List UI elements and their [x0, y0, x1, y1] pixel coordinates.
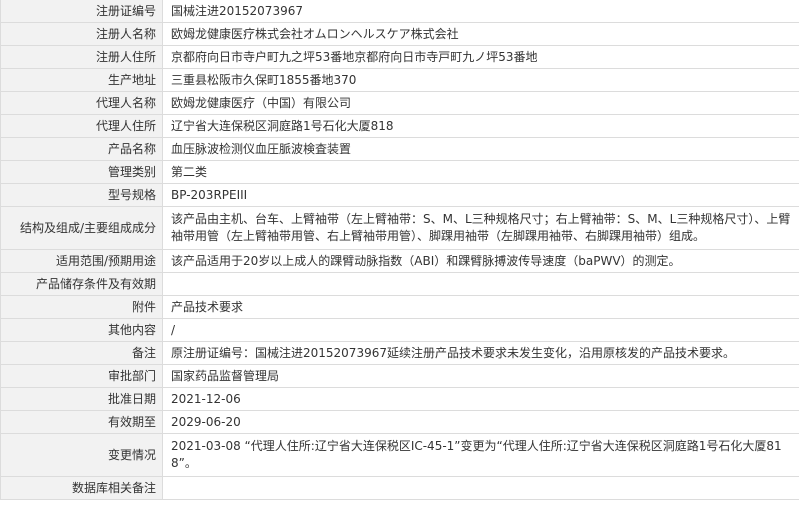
row-approval-date: 批准日期 2021-12-06 — [0, 387, 799, 411]
row-intended-use: 适用范围/预期用途 该产品适用于20岁以上成人的踝臂动脉指数（ABI）和踝臂脉搏… — [0, 249, 799, 273]
field-label: 其他内容 — [0, 318, 163, 342]
row-approval-department: 审批部门 国家药品监督管理局 — [0, 364, 799, 388]
row-production-address: 生产地址 三重县松阪市久保町1855番地370 — [0, 68, 799, 92]
field-value: 三重县松阪市久保町1855番地370 — [162, 68, 799, 92]
row-agent-name: 代理人名称 欧姆龙健康医疗（中国）有限公司 — [0, 91, 799, 115]
field-label: 批准日期 — [0, 387, 163, 411]
row-attachment: 附件 产品技术要求 — [0, 295, 799, 319]
field-label: 结构及组成/主要组成成分 — [0, 206, 163, 250]
field-value — [162, 476, 799, 500]
field-label: 备注 — [0, 341, 163, 365]
field-value: 该产品由主机、台车、上臂袖带（左上臂袖带：S、M、L三种规格尺寸；右上臂袖带：S… — [162, 206, 799, 250]
row-structure-composition: 结构及组成/主要组成成分 该产品由主机、台车、上臂袖带（左上臂袖带：S、M、L三… — [0, 206, 799, 250]
field-label: 生产地址 — [0, 68, 163, 92]
field-value: / — [162, 318, 799, 342]
row-management-class: 管理类别 第二类 — [0, 160, 799, 184]
field-label: 数据库相关备注 — [0, 476, 163, 500]
field-label: 变更情况 — [0, 433, 163, 477]
field-label: 代理人名称 — [0, 91, 163, 115]
field-value: 辽宁省大连保税区洞庭路1号石化大厦818 — [162, 114, 799, 138]
field-value: 第二类 — [162, 160, 799, 184]
row-remarks: 备注 原注册证编号：国械注进20152073967延续注册产品技术要求未发生变化… — [0, 341, 799, 365]
row-change-history: 变更情况 2021-03-08 “代理人住所:辽宁省大连保税区IC-45-1”变… — [0, 433, 799, 477]
field-label: 代理人住所 — [0, 114, 163, 138]
field-value: 2029-06-20 — [162, 410, 799, 434]
field-value: 京都府向日市寺户町九之坪53番地京都府向日市寺戸町九ノ坪53番地 — [162, 45, 799, 69]
row-model-spec: 型号规格 BP-203RPEIII — [0, 183, 799, 207]
field-label: 适用范围/预期用途 — [0, 249, 163, 273]
field-value: 该产品适用于20岁以上成人的踝臂动脉指数（ABI）和踝臂脉搏波传导速度（baPW… — [162, 249, 799, 273]
field-value: 欧姆龙健康医疗株式会社オムロンヘルスケア株式会社 — [162, 22, 799, 46]
row-valid-until: 有效期至 2029-06-20 — [0, 410, 799, 434]
field-label: 产品储存条件及有效期 — [0, 272, 163, 296]
field-value — [162, 272, 799, 296]
field-label: 产品名称 — [0, 137, 163, 161]
row-database-remarks: 数据库相关备注 — [0, 476, 799, 500]
field-label: 管理类别 — [0, 160, 163, 184]
field-value: 原注册证编号：国械注进20152073967延续注册产品技术要求未发生变化，沿用… — [162, 341, 799, 365]
field-label: 型号规格 — [0, 183, 163, 207]
row-registrant-name: 注册人名称 欧姆龙健康医疗株式会社オムロンヘルスケア株式会社 — [0, 22, 799, 46]
field-label: 注册证编号 — [0, 0, 163, 23]
field-value: BP-203RPEIII — [162, 183, 799, 207]
registration-detail-table: 注册证编号 国械注进20152073967 注册人名称 欧姆龙健康医疗株式会社オ… — [0, 0, 799, 500]
row-product-name: 产品名称 血压脉波检测仪血圧脈波検査装置 — [0, 137, 799, 161]
field-value: 2021-03-08 “代理人住所:辽宁省大连保税区IC-45-1”变更为“代理… — [162, 433, 799, 477]
field-value: 国家药品监督管理局 — [162, 364, 799, 388]
field-value: 产品技术要求 — [162, 295, 799, 319]
field-label: 注册人名称 — [0, 22, 163, 46]
field-value: 血压脉波检测仪血圧脈波検査装置 — [162, 137, 799, 161]
row-registration-number: 注册证编号 国械注进20152073967 — [0, 0, 799, 23]
row-registrant-address: 注册人住所 京都府向日市寺户町九之坪53番地京都府向日市寺戸町九ノ坪53番地 — [0, 45, 799, 69]
field-value: 2021-12-06 — [162, 387, 799, 411]
field-label: 有效期至 — [0, 410, 163, 434]
field-label: 注册人住所 — [0, 45, 163, 69]
field-label: 审批部门 — [0, 364, 163, 388]
field-label: 附件 — [0, 295, 163, 319]
row-agent-address: 代理人住所 辽宁省大连保税区洞庭路1号石化大厦818 — [0, 114, 799, 138]
field-value: 国械注进20152073967 — [162, 0, 799, 23]
row-storage-validity: 产品储存条件及有效期 — [0, 272, 799, 296]
row-other-content: 其他内容 / — [0, 318, 799, 342]
field-value: 欧姆龙健康医疗（中国）有限公司 — [162, 91, 799, 115]
